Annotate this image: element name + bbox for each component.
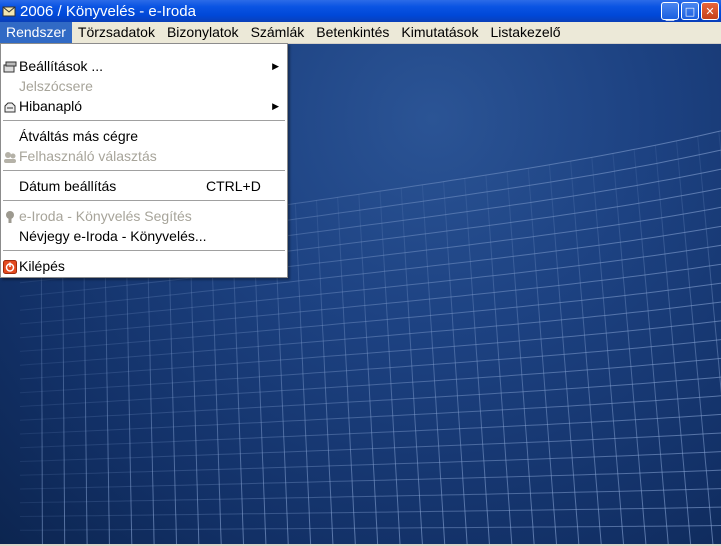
menu-item-shortcut: CTRL+D (206, 178, 261, 194)
maximize-icon: □ (684, 4, 696, 18)
window-title: 2006 / Könyvelés - e-Iroda (20, 2, 196, 20)
exit-icon (3, 259, 17, 274)
submenu-arrow-icon: ▶ (272, 101, 279, 111)
menu-item-felhasznalo-valasztas[interactable]: Felhasználó választás (1, 146, 287, 166)
menu-separator (3, 120, 285, 121)
menu-item-segites[interactable]: e-Iroda - Könyvelés Segítés (1, 206, 287, 226)
users-icon (3, 149, 17, 163)
menu-item-kilepes[interactable]: Kilépés (1, 256, 287, 276)
close-button[interactable]: ✕ (701, 2, 719, 20)
menu-szamlak[interactable]: Számlák (245, 22, 311, 43)
submenu-arrow-icon: ▶ (272, 61, 279, 71)
menu-item-label: Jelszócsere (19, 78, 93, 94)
menu-torzsadatok[interactable]: Törzsadatok (72, 22, 161, 43)
menu-rendszer[interactable]: Rendszer (0, 22, 72, 43)
menu-item-label: Dátum beállítás (19, 178, 117, 194)
menu-bar: Rendszer Törzsadatok Bizonylatok Számlák… (0, 22, 721, 44)
menu-kimutatasok[interactable]: Kimutatások (395, 22, 484, 43)
menu-item-label: Névjegy e-Iroda - Könyvelés... (19, 228, 207, 244)
help-icon (3, 209, 17, 223)
menu-item-label: Átváltás más cégre (19, 128, 139, 144)
menu-item-label: Felhasználó választás (19, 148, 157, 164)
menu-item-atvaltas[interactable]: Átváltás más cégre (1, 126, 287, 146)
close-icon: ✕ (705, 4, 715, 18)
menu-item-beallitasok[interactable]: Beállítások ... ▶ (1, 56, 287, 76)
menu-item-datum-beallitas[interactable]: Dátum beállítás CTRL+D (1, 176, 287, 196)
menu-item-nevjegy[interactable]: Névjegy e-Iroda - Könyvelés... (1, 226, 287, 246)
menu-item-label: Beállítások ... (19, 58, 104, 74)
rendszer-dropdown-menu: Beállítások ... ▶ Jelszócsere Hibanapló … (0, 43, 288, 278)
minimize-icon: ▁ (665, 7, 675, 21)
menu-item-jelszocsere[interactable]: Jelszócsere (1, 76, 287, 96)
maximize-button[interactable]: □ (681, 2, 699, 20)
menu-separator (3, 170, 285, 171)
minimize-button[interactable]: ▁ (661, 2, 679, 21)
title-bar: 2006 / Könyvelés - e-Iroda ▁ □ ✕ (0, 0, 721, 22)
menu-listakezelo[interactable]: Listakezelő (484, 22, 566, 43)
menu-item-label: e-Iroda - Könyvelés Segítés (19, 208, 192, 224)
menu-item-label: Hibanapló (19, 98, 83, 114)
menu-separator (3, 200, 285, 201)
menu-separator (3, 250, 285, 251)
log-icon (3, 99, 17, 113)
menu-item-label: Kilépés (19, 258, 65, 274)
menu-bizonylatok[interactable]: Bizonylatok (161, 22, 245, 43)
app-icon (2, 4, 16, 18)
settings-icon (3, 59, 17, 73)
menu-item-hibanaplo[interactable]: Hibanapló ▶ (1, 96, 287, 116)
menu-betekintes[interactable]: Betenkintés (310, 22, 395, 43)
